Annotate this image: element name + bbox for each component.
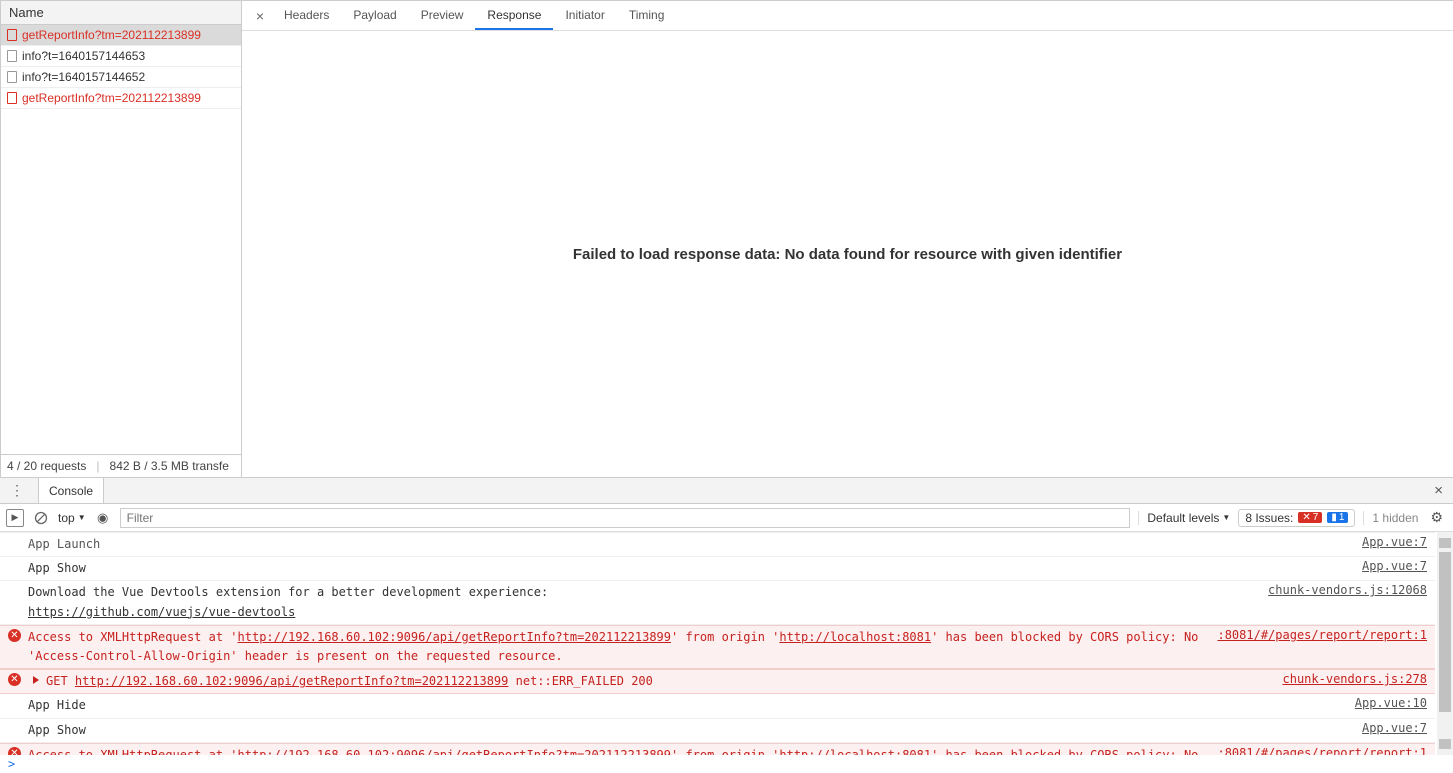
console-message[interactable]: ✕ Access to XMLHttpRequest at 'http://192… xyxy=(0,625,1435,669)
error-icon: ✕ xyxy=(8,629,21,642)
separator: | xyxy=(96,459,99,473)
message-text: Access to XMLHttpRequest at 'http://192.… xyxy=(28,628,1207,666)
source-link[interactable]: App.vue:7 xyxy=(1352,721,1427,740)
clear-console-button[interactable] xyxy=(32,509,50,527)
console-message[interactable]: App HideApp.vue:10 xyxy=(0,694,1435,718)
source-link[interactable]: App.vue:10 xyxy=(1345,696,1427,715)
tab-preview[interactable]: Preview xyxy=(409,1,476,30)
log-levels-selector[interactable]: Default levels ▼ xyxy=(1138,511,1230,525)
console-drawer: ⋮ Console × ▶ top ▼ ◉ Default levels ▼ 8… xyxy=(0,477,1453,773)
toggle-sidebar-button[interactable]: ▶ xyxy=(6,509,24,527)
request-detail-panel: × HeadersPayloadPreviewResponseInitiator… xyxy=(242,1,1453,477)
request-row[interactable]: info?t=1640157144652 xyxy=(1,67,241,88)
message-text: GET http://192.168.60.102:9096/api/getRe… xyxy=(46,672,1273,691)
response-failed-message: Failed to load response data: No data fo… xyxy=(573,246,1122,263)
console-message[interactable]: App LaunchApp.vue:7 xyxy=(0,532,1435,557)
tab-initiator[interactable]: Initiator xyxy=(553,1,616,30)
detail-tabs: × HeadersPayloadPreviewResponseInitiator… xyxy=(242,1,1453,31)
network-panel: Name getReportInfo?tm=202112213899 info?t… xyxy=(0,0,1453,477)
tab-console[interactable]: Console xyxy=(38,478,104,503)
tab-timing[interactable]: Timing xyxy=(617,1,677,30)
tab-response[interactable]: Response xyxy=(475,1,553,30)
message-text: App Show xyxy=(28,559,1352,578)
document-icon xyxy=(7,92,17,104)
source-link[interactable]: chunk-vendors.js:12068 xyxy=(1258,583,1427,621)
requests-status-bar: 4 / 20 requests | 842 B / 3.5 MB transfe xyxy=(1,454,241,477)
requests-count: 4 / 20 requests xyxy=(7,459,86,473)
source-link[interactable]: :8081/#/pages/report/report:1 xyxy=(1207,746,1427,755)
source-link[interactable]: :8081/#/pages/report/report:1 xyxy=(1207,628,1427,666)
drawer-menu-button[interactable]: ⋮ xyxy=(6,482,28,499)
request-row[interactable]: getReportInfo?tm=202112213899 xyxy=(1,25,241,46)
console-messages[interactable]: App LaunchApp.vue:7App ShowApp.vue:7Down… xyxy=(0,532,1453,755)
levels-label: Default levels xyxy=(1147,511,1219,525)
context-label: top xyxy=(58,511,75,525)
console-toolbar: ▶ top ▼ ◉ Default levels ▼ 8 Issues: ✕ 7… xyxy=(0,504,1453,532)
request-url-link[interactable]: http://192.168.60.102:9096/api/getReport… xyxy=(238,630,671,644)
scrollbar[interactable] xyxy=(1437,532,1453,755)
drawer-close-button[interactable]: × xyxy=(1424,482,1453,499)
document-icon xyxy=(7,50,17,62)
close-detail-button[interactable]: × xyxy=(248,8,272,24)
request-row[interactable]: info?t=1640157144653 xyxy=(1,46,241,67)
document-icon xyxy=(7,71,17,83)
source-link[interactable]: App.vue:7 xyxy=(1352,559,1427,578)
issues-button[interactable]: 8 Issues: ✕ 7 ▮ 1 xyxy=(1238,509,1355,527)
chevron-down-icon: ▼ xyxy=(1222,513,1230,522)
request-row[interactable]: getReportInfo?tm=202112213899 xyxy=(1,88,241,109)
scrollbar-down-icon[interactable] xyxy=(1439,739,1451,749)
origin-url-link[interactable]: http://localhost:8081 xyxy=(779,630,931,644)
console-message[interactable]: App ShowApp.vue:7 xyxy=(0,557,1435,581)
request-name: getReportInfo?tm=202112213899 xyxy=(22,28,201,42)
prompt-symbol: > xyxy=(8,757,15,771)
console-message[interactable]: App ShowApp.vue:7 xyxy=(0,719,1435,743)
live-expression-button[interactable]: ◉ xyxy=(94,509,112,527)
chevron-down-icon: ▼ xyxy=(78,513,86,522)
error-icon: ✕ xyxy=(8,673,21,686)
issues-info-badge: ▮ 1 xyxy=(1327,512,1348,523)
source-link[interactable]: chunk-vendors.js:278 xyxy=(1273,672,1428,691)
message-text: App Launch xyxy=(28,535,1352,554)
response-body: Failed to load response data: No data fo… xyxy=(242,31,1453,477)
issues-label: 8 Issues: xyxy=(1245,511,1293,525)
message-text: Access to XMLHttpRequest at 'http://192.… xyxy=(28,746,1207,755)
drawer-tabbar: ⋮ Console × xyxy=(0,478,1453,504)
request-name: getReportInfo?tm=202112213899 xyxy=(22,91,201,105)
tab-payload[interactable]: Payload xyxy=(341,1,408,30)
console-message[interactable]: ✕ Access to XMLHttpRequest at 'http://192… xyxy=(0,743,1435,755)
source-link[interactable]: App.vue:7 xyxy=(1352,535,1427,554)
request-url-link[interactable]: http://192.168.60.102:9096/api/getReport… xyxy=(75,674,508,688)
console-filter-input[interactable] xyxy=(120,508,1131,528)
message-text: App Hide xyxy=(28,696,1345,715)
console-settings-button[interactable]: ⚙ xyxy=(1426,509,1447,526)
console-message[interactable]: Download the Vue Devtools extension for … xyxy=(0,581,1435,624)
request-url-link[interactable]: http://192.168.60.102:9096/api/getReport… xyxy=(238,748,671,755)
request-name: info?t=1640157144653 xyxy=(22,49,145,63)
error-icon: ✕ xyxy=(8,747,21,755)
request-name: info?t=1640157144652 xyxy=(22,70,145,84)
hidden-count: 1 hidden xyxy=(1363,511,1418,525)
document-icon xyxy=(7,29,17,41)
requests-transfer: 842 B / 3.5 MB transfe xyxy=(110,459,229,473)
requests-sidebar: Name getReportInfo?tm=202112213899 info?t… xyxy=(0,1,242,477)
message-text: App Show xyxy=(28,721,1352,740)
issues-error-badge: ✕ 7 xyxy=(1298,512,1322,523)
origin-url-link[interactable]: http://localhost:8081 xyxy=(779,748,931,755)
console-prompt[interactable]: > xyxy=(0,755,1453,773)
message-text: Download the Vue Devtools extension for … xyxy=(28,583,1258,621)
devtools-link[interactable]: https://github.com/vuejs/vue-devtools xyxy=(28,605,295,619)
requests-name-header[interactable]: Name xyxy=(1,1,241,25)
expand-arrow-icon[interactable] xyxy=(33,676,39,684)
scrollbar-up-icon[interactable] xyxy=(1439,538,1451,548)
requests-list: getReportInfo?tm=202112213899 info?t=1640… xyxy=(1,25,241,454)
console-message[interactable]: ✕ GET http://192.168.60.102:9096/api/getR… xyxy=(0,669,1435,694)
context-selector[interactable]: top ▼ xyxy=(58,511,86,525)
scrollbar-thumb[interactable] xyxy=(1439,552,1451,712)
tab-headers[interactable]: Headers xyxy=(272,1,341,30)
